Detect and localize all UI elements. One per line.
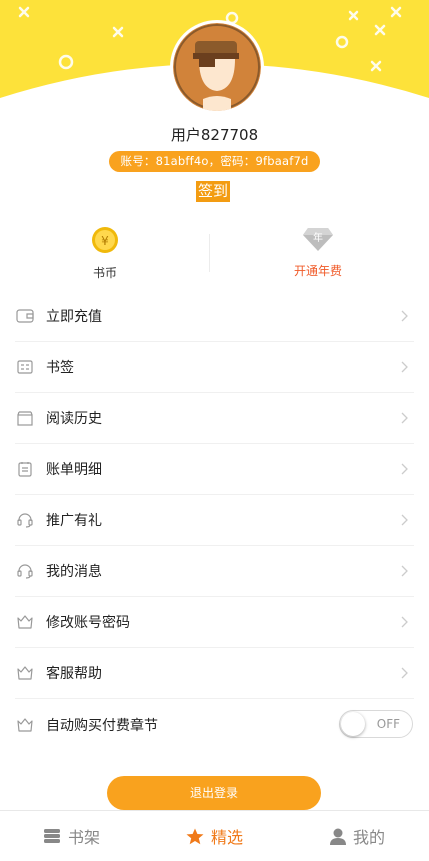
vip-badge-text: 年: [313, 231, 323, 244]
signin-button[interactable]: 签到: [196, 181, 231, 202]
menu-item-label: 自动购买付费章节: [46, 717, 158, 734]
menu-item-recharge[interactable]: 立即充值: [15, 291, 414, 342]
tab-bookshelf[interactable]: 书架: [0, 811, 143, 861]
user-icon: [329, 828, 346, 845]
menu-item-label: 账单明细: [46, 462, 102, 478]
menu-item-reading-history[interactable]: 阅读历史: [15, 393, 414, 444]
menu-item-label: 修改账号密码: [46, 615, 130, 631]
headset-icon: [15, 561, 35, 581]
menu-item-label: 书签: [46, 360, 74, 376]
avatar[interactable]: [173, 23, 261, 111]
bottom-tab-bar: 书架 精选 我的: [0, 810, 429, 861]
chevron-right-icon: [401, 310, 408, 322]
chevron-right-icon: [401, 514, 408, 526]
menu-item-label: 推广有礼: [46, 513, 102, 529]
account-info-badge: 账号：81abff4o，密码：9fbaaf7d: [109, 151, 320, 172]
auto-buy-toggle[interactable]: OFF: [339, 710, 413, 738]
menu-item-bookmarks[interactable]: 书签: [15, 342, 414, 393]
avatar-illustration: [173, 23, 261, 111]
menu-list: 立即充值 书签 阅读历史 账单明细 推广有礼 我的消息 修改账号密码 客服帮助 …: [15, 291, 414, 750]
menu-item-label: 立即充值: [46, 309, 102, 325]
toggle-state-label: OFF: [376, 717, 400, 731]
menu-item-label: 客服帮助: [46, 666, 102, 682]
tab-featured[interactable]: 精选: [143, 811, 286, 861]
menu-item-label: 阅读历史: [46, 411, 102, 427]
bookmark-card-icon: [15, 357, 35, 377]
logout-button[interactable]: 退出登录: [107, 776, 321, 810]
menu-item-billing[interactable]: 账单明细: [15, 444, 414, 495]
menu-item-change-password[interactable]: 修改账号密码: [15, 597, 414, 648]
coins-label: 书币: [92, 266, 117, 280]
menu-item-label: 我的消息: [46, 564, 102, 580]
star-icon: [186, 828, 204, 845]
bookshelf-icon: [43, 828, 61, 844]
toggle-knob: [341, 712, 365, 736]
chevron-right-icon: [401, 361, 408, 373]
wallet-icon: [15, 306, 35, 326]
stats-divider: [209, 234, 210, 272]
menu-item-referral[interactable]: 推广有礼: [15, 495, 414, 546]
chevron-right-icon: [401, 616, 408, 628]
coin-icon: ¥: [92, 227, 118, 253]
crown-icon: [15, 715, 35, 735]
chevron-right-icon: [401, 463, 408, 475]
username: 用户827708: [170, 126, 259, 144]
chevron-right-icon: [401, 412, 408, 424]
diamond-icon: 年: [303, 228, 333, 251]
menu-item-customer-service[interactable]: 客服帮助: [15, 648, 414, 699]
vip-label: 开通年费: [293, 264, 342, 278]
chevron-right-icon: [401, 667, 408, 679]
history-box-icon: [15, 408, 35, 428]
bill-icon: [15, 459, 35, 479]
tab-label: 我的: [352, 828, 385, 847]
headset-icon: [15, 510, 35, 530]
chevron-right-icon: [401, 565, 408, 577]
svg-text:¥: ¥: [101, 234, 109, 248]
crown-icon: [15, 612, 35, 632]
tab-mine[interactable]: 我的: [286, 811, 429, 861]
coins-stat[interactable]: ¥ 书币: [30, 226, 180, 281]
vip-stat[interactable]: 年 开通年费: [243, 226, 393, 279]
crown-icon: [15, 663, 35, 683]
menu-item-messages[interactable]: 我的消息: [15, 546, 414, 597]
menu-item-auto-buy: 自动购买付费章节 OFF: [15, 699, 414, 750]
tab-label: 精选: [210, 828, 243, 847]
tab-label: 书架: [67, 828, 100, 847]
